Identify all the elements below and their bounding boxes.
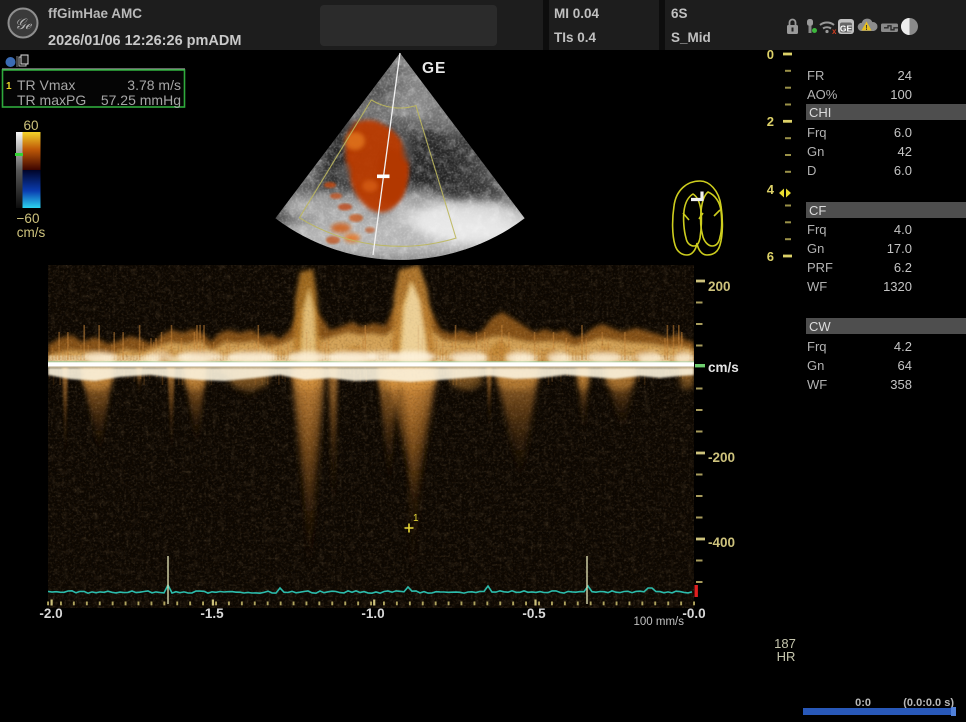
svg-text:57.25 mmHg: 57.25 mmHg	[101, 92, 181, 108]
svg-text:𝒢ℯ: 𝒢ℯ	[15, 16, 33, 33]
svg-text:2026/01/06 12:26:26 pmADM: 2026/01/06 12:26:26 pmADM	[48, 33, 241, 49]
svg-text:TIs 0.4: TIs 0.4	[554, 30, 597, 45]
svg-text:Frq: Frq	[807, 222, 827, 237]
svg-text:64: 64	[898, 358, 912, 373]
svg-text:Frq: Frq	[807, 339, 827, 354]
svg-text:24: 24	[898, 68, 912, 83]
svg-text:17.0: 17.0	[887, 241, 912, 256]
svg-text:CW: CW	[809, 319, 831, 334]
svg-text:-1.0: -1.0	[361, 606, 384, 621]
svg-text:6: 6	[767, 249, 774, 264]
svg-text:0: 0	[767, 47, 774, 62]
svg-text:GE: GE	[422, 60, 446, 77]
svg-text:1: 1	[6, 81, 12, 92]
svg-text:358: 358	[890, 377, 912, 392]
svg-text:(0.0:0.0 s): (0.0:0.0 s)	[903, 697, 954, 709]
svg-text:4.2: 4.2	[894, 339, 912, 354]
svg-text:100: 100	[890, 87, 912, 102]
svg-text:4.0: 4.0	[894, 222, 912, 237]
svg-text:1320: 1320	[883, 279, 912, 294]
svg-text:-400: -400	[708, 535, 735, 550]
svg-text:6.0: 6.0	[894, 163, 912, 178]
svg-text:AO%: AO%	[807, 87, 838, 102]
svg-text:x: x	[832, 27, 837, 36]
svg-text:D: D	[807, 163, 816, 178]
svg-text:-0.0: -0.0	[682, 606, 705, 621]
svg-text:Gn: Gn	[807, 241, 824, 256]
svg-text:-0.5: -0.5	[522, 606, 546, 621]
svg-text:-200: -200	[708, 450, 735, 465]
svg-text:PRF: PRF	[807, 260, 833, 275]
svg-text:0:0: 0:0	[855, 697, 871, 709]
svg-text:Gn: Gn	[807, 144, 824, 159]
svg-text:TR maxPG: TR maxPG	[17, 92, 86, 108]
svg-text:WF: WF	[807, 279, 827, 294]
svg-text:4: 4	[767, 182, 775, 197]
svg-text:TR Vmax: TR Vmax	[17, 77, 75, 93]
svg-text:−60: −60	[17, 211, 40, 226]
svg-text:cm/s: cm/s	[708, 360, 739, 375]
svg-text:CF: CF	[809, 203, 826, 218]
svg-text:200: 200	[708, 279, 731, 294]
svg-text:FR: FR	[807, 68, 824, 83]
svg-text:60: 60	[23, 118, 38, 133]
svg-text:2: 2	[767, 114, 774, 129]
svg-text:GE: GE	[840, 24, 853, 34]
svg-text:WF: WF	[807, 377, 827, 392]
svg-text:6S: 6S	[671, 6, 688, 21]
svg-text:42: 42	[898, 144, 912, 159]
svg-text:-2.0: -2.0	[39, 606, 62, 621]
svg-text:S_Mid: S_Mid	[671, 30, 711, 45]
svg-text:Gn: Gn	[807, 358, 824, 373]
svg-text:CHI: CHI	[809, 105, 831, 120]
svg-text:6.0: 6.0	[894, 125, 912, 140]
svg-text:!: !	[865, 25, 867, 32]
svg-text:HR: HR	[777, 649, 796, 664]
svg-text:6.2: 6.2	[894, 260, 912, 275]
svg-text:cm/s: cm/s	[17, 225, 46, 240]
svg-text:3.78 m/s: 3.78 m/s	[127, 77, 181, 93]
svg-text:MI 0.04: MI 0.04	[554, 6, 600, 21]
svg-text:ffGimHae AMC: ffGimHae AMC	[48, 6, 142, 21]
svg-text:100 mm/s: 100 mm/s	[634, 616, 685, 628]
svg-text:1: 1	[413, 513, 419, 524]
svg-text:-1.5: -1.5	[200, 606, 224, 621]
svg-text:Frq: Frq	[807, 125, 827, 140]
